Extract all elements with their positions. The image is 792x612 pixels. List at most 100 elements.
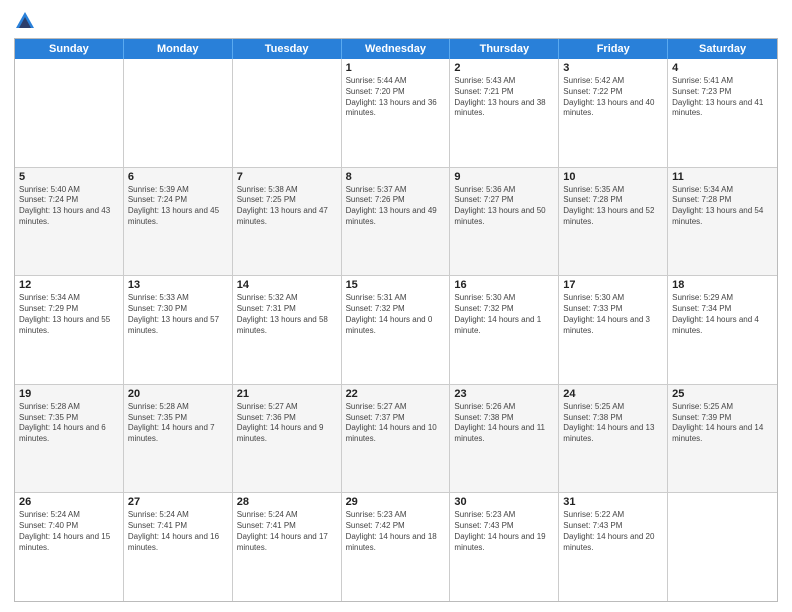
day-number: 30 xyxy=(454,496,554,508)
day-cell-13: 13 Sunrise: 5:33 AM Sunset: 7:30 PM Dayli… xyxy=(124,276,233,384)
day-cell-11: 11 Sunrise: 5:34 AM Sunset: 7:28 PM Dayli… xyxy=(668,168,777,276)
cell-detail: Sunrise: 5:32 AM Sunset: 7:31 PM Dayligh… xyxy=(237,293,337,336)
day-number: 4 xyxy=(672,62,773,74)
day-cell-15: 15 Sunrise: 5:31 AM Sunset: 7:32 PM Dayli… xyxy=(342,276,451,384)
day-cell-3: 3 Sunrise: 5:42 AM Sunset: 7:22 PM Daylig… xyxy=(559,59,668,167)
day-cell-30: 30 Sunrise: 5:23 AM Sunset: 7:43 PM Dayli… xyxy=(450,493,559,601)
day-number: 5 xyxy=(19,171,119,183)
day-number: 2 xyxy=(454,62,554,74)
day-number: 15 xyxy=(346,279,446,291)
cell-detail: Sunrise: 5:34 AM Sunset: 7:28 PM Dayligh… xyxy=(672,185,773,228)
cell-detail: Sunrise: 5:33 AM Sunset: 7:30 PM Dayligh… xyxy=(128,293,228,336)
day-cell-6: 6 Sunrise: 5:39 AM Sunset: 7:24 PM Daylig… xyxy=(124,168,233,276)
header-day-thursday: Thursday xyxy=(450,39,559,59)
cell-detail: Sunrise: 5:34 AM Sunset: 7:29 PM Dayligh… xyxy=(19,293,119,336)
day-number: 10 xyxy=(563,171,663,183)
day-number: 6 xyxy=(128,171,228,183)
logo-icon xyxy=(14,10,36,32)
day-number: 20 xyxy=(128,388,228,400)
calendar-header: SundayMondayTuesdayWednesdayThursdayFrid… xyxy=(15,39,777,59)
cell-detail: Sunrise: 5:41 AM Sunset: 7:23 PM Dayligh… xyxy=(672,76,773,119)
day-number: 21 xyxy=(237,388,337,400)
day-number: 11 xyxy=(672,171,773,183)
day-cell-20: 20 Sunrise: 5:28 AM Sunset: 7:35 PM Dayli… xyxy=(124,385,233,493)
cell-detail: Sunrise: 5:43 AM Sunset: 7:21 PM Dayligh… xyxy=(454,76,554,119)
header-day-tuesday: Tuesday xyxy=(233,39,342,59)
cell-detail: Sunrise: 5:24 AM Sunset: 7:41 PM Dayligh… xyxy=(128,510,228,553)
cell-detail: Sunrise: 5:23 AM Sunset: 7:42 PM Dayligh… xyxy=(346,510,446,553)
day-cell-31: 31Sunrise: 5:22 AM Sunset: 7:43 PM Dayli… xyxy=(559,493,668,601)
cell-detail: Sunrise: 5:40 AM Sunset: 7:24 PM Dayligh… xyxy=(19,185,119,228)
cell-detail: Sunrise: 5:23 AM Sunset: 7:43 PM Dayligh… xyxy=(454,510,554,553)
calendar-row-3: 19 Sunrise: 5:28 AM Sunset: 7:35 PM Dayli… xyxy=(15,384,777,493)
day-number: 19 xyxy=(19,388,119,400)
day-cell-16: 16 Sunrise: 5:30 AM Sunset: 7:32 PM Dayli… xyxy=(450,276,559,384)
day-number: 9 xyxy=(454,171,554,183)
cell-detail: Sunrise: 5:26 AM Sunset: 7:38 PM Dayligh… xyxy=(454,402,554,445)
day-number: 22 xyxy=(346,388,446,400)
calendar-row-4: 26Sunrise: 5:24 AM Sunset: 7:40 PM Dayli… xyxy=(15,492,777,601)
day-cell-27: 27 Sunrise: 5:24 AM Sunset: 7:41 PM Dayli… xyxy=(124,493,233,601)
cell-detail: Sunrise: 5:42 AM Sunset: 7:22 PM Dayligh… xyxy=(563,76,663,119)
day-cell-29: 29 Sunrise: 5:23 AM Sunset: 7:42 PM Dayli… xyxy=(342,493,451,601)
empty-cell-4-6 xyxy=(668,493,777,601)
day-cell-14: 14 Sunrise: 5:32 AM Sunset: 7:31 PM Dayli… xyxy=(233,276,342,384)
calendar-row-0: 1 Sunrise: 5:44 AM Sunset: 7:20 PM Daylig… xyxy=(15,59,777,167)
cell-detail: Sunrise: 5:22 AM Sunset: 7:43 PM Dayligh… xyxy=(563,510,663,553)
day-cell-8: 8 Sunrise: 5:37 AM Sunset: 7:26 PM Daylig… xyxy=(342,168,451,276)
cell-detail: Sunrise: 5:44 AM Sunset: 7:20 PM Dayligh… xyxy=(346,76,446,119)
header-day-saturday: Saturday xyxy=(668,39,777,59)
day-number: 12 xyxy=(19,279,119,291)
calendar: SundayMondayTuesdayWednesdayThursdayFrid… xyxy=(14,38,778,602)
day-cell-9: 9 Sunrise: 5:36 AM Sunset: 7:27 PM Daylig… xyxy=(450,168,559,276)
empty-cell-0-2 xyxy=(233,59,342,167)
day-cell-7: 7 Sunrise: 5:38 AM Sunset: 7:25 PM Daylig… xyxy=(233,168,342,276)
day-number: 14 xyxy=(237,279,337,291)
day-cell-25: 25 Sunrise: 5:25 AM Sunset: 7:39 PM Dayli… xyxy=(668,385,777,493)
calendar-row-2: 12 Sunrise: 5:34 AM Sunset: 7:29 PM Dayli… xyxy=(15,275,777,384)
day-number: 16 xyxy=(454,279,554,291)
day-number: 3 xyxy=(563,62,663,74)
cell-detail: Sunrise: 5:36 AM Sunset: 7:27 PM Dayligh… xyxy=(454,185,554,228)
day-cell-12: 12 Sunrise: 5:34 AM Sunset: 7:29 PM Dayli… xyxy=(15,276,124,384)
empty-cell-0-0 xyxy=(15,59,124,167)
cell-detail: Sunrise: 5:24 AM Sunset: 7:41 PM Dayligh… xyxy=(237,510,337,553)
day-cell-28: 28 Sunrise: 5:24 AM Sunset: 7:41 PM Dayli… xyxy=(233,493,342,601)
day-cell-26: 26Sunrise: 5:24 AM Sunset: 7:40 PM Dayli… xyxy=(15,493,124,601)
day-cell-2: 2 Sunrise: 5:43 AM Sunset: 7:21 PM Daylig… xyxy=(450,59,559,167)
day-number: 28 xyxy=(237,496,337,508)
day-number: 27 xyxy=(128,496,228,508)
page: SundayMondayTuesdayWednesdayThursdayFrid… xyxy=(0,0,792,612)
day-number: 1 xyxy=(346,62,446,74)
header-day-friday: Friday xyxy=(559,39,668,59)
cell-detail: Sunrise: 5:37 AM Sunset: 7:26 PM Dayligh… xyxy=(346,185,446,228)
cell-detail: Sunrise: 5:38 AM Sunset: 7:25 PM Dayligh… xyxy=(237,185,337,228)
day-number: 7 xyxy=(237,171,337,183)
day-number: 29 xyxy=(346,496,446,508)
cell-detail: Sunrise: 5:25 AM Sunset: 7:38 PM Dayligh… xyxy=(563,402,663,445)
cell-detail: Sunrise: 5:28 AM Sunset: 7:35 PM Dayligh… xyxy=(128,402,228,445)
day-cell-5: 5 Sunrise: 5:40 AM Sunset: 7:24 PM Daylig… xyxy=(15,168,124,276)
day-cell-18: 18Sunrise: 5:29 AM Sunset: 7:34 PM Dayli… xyxy=(668,276,777,384)
cell-detail: Sunrise: 5:35 AM Sunset: 7:28 PM Dayligh… xyxy=(563,185,663,228)
day-number: 8 xyxy=(346,171,446,183)
cell-detail: Sunrise: 5:39 AM Sunset: 7:24 PM Dayligh… xyxy=(128,185,228,228)
day-cell-19: 19Sunrise: 5:28 AM Sunset: 7:35 PM Dayli… xyxy=(15,385,124,493)
day-number: 23 xyxy=(454,388,554,400)
day-cell-10: 10 Sunrise: 5:35 AM Sunset: 7:28 PM Dayli… xyxy=(559,168,668,276)
cell-detail: Sunrise: 5:25 AM Sunset: 7:39 PM Dayligh… xyxy=(672,402,773,445)
day-number: 13 xyxy=(128,279,228,291)
cell-detail: Sunrise: 5:30 AM Sunset: 7:32 PM Dayligh… xyxy=(454,293,554,336)
day-cell-1: 1 Sunrise: 5:44 AM Sunset: 7:20 PM Daylig… xyxy=(342,59,451,167)
day-cell-23: 23 Sunrise: 5:26 AM Sunset: 7:38 PM Dayli… xyxy=(450,385,559,493)
day-cell-17: 17Sunrise: 5:30 AM Sunset: 7:33 PM Dayli… xyxy=(559,276,668,384)
cell-detail: Sunrise: 5:31 AM Sunset: 7:32 PM Dayligh… xyxy=(346,293,446,336)
cell-detail: Sunrise: 5:27 AM Sunset: 7:37 PM Dayligh… xyxy=(346,402,446,445)
day-cell-21: 21Sunrise: 5:27 AM Sunset: 7:36 PM Dayli… xyxy=(233,385,342,493)
header-day-wednesday: Wednesday xyxy=(342,39,451,59)
day-number: 25 xyxy=(672,388,773,400)
cell-detail: Sunrise: 5:24 AM Sunset: 7:40 PM Dayligh… xyxy=(19,510,119,553)
header xyxy=(14,10,778,32)
calendar-row-1: 5 Sunrise: 5:40 AM Sunset: 7:24 PM Daylig… xyxy=(15,167,777,276)
header-day-sunday: Sunday xyxy=(15,39,124,59)
